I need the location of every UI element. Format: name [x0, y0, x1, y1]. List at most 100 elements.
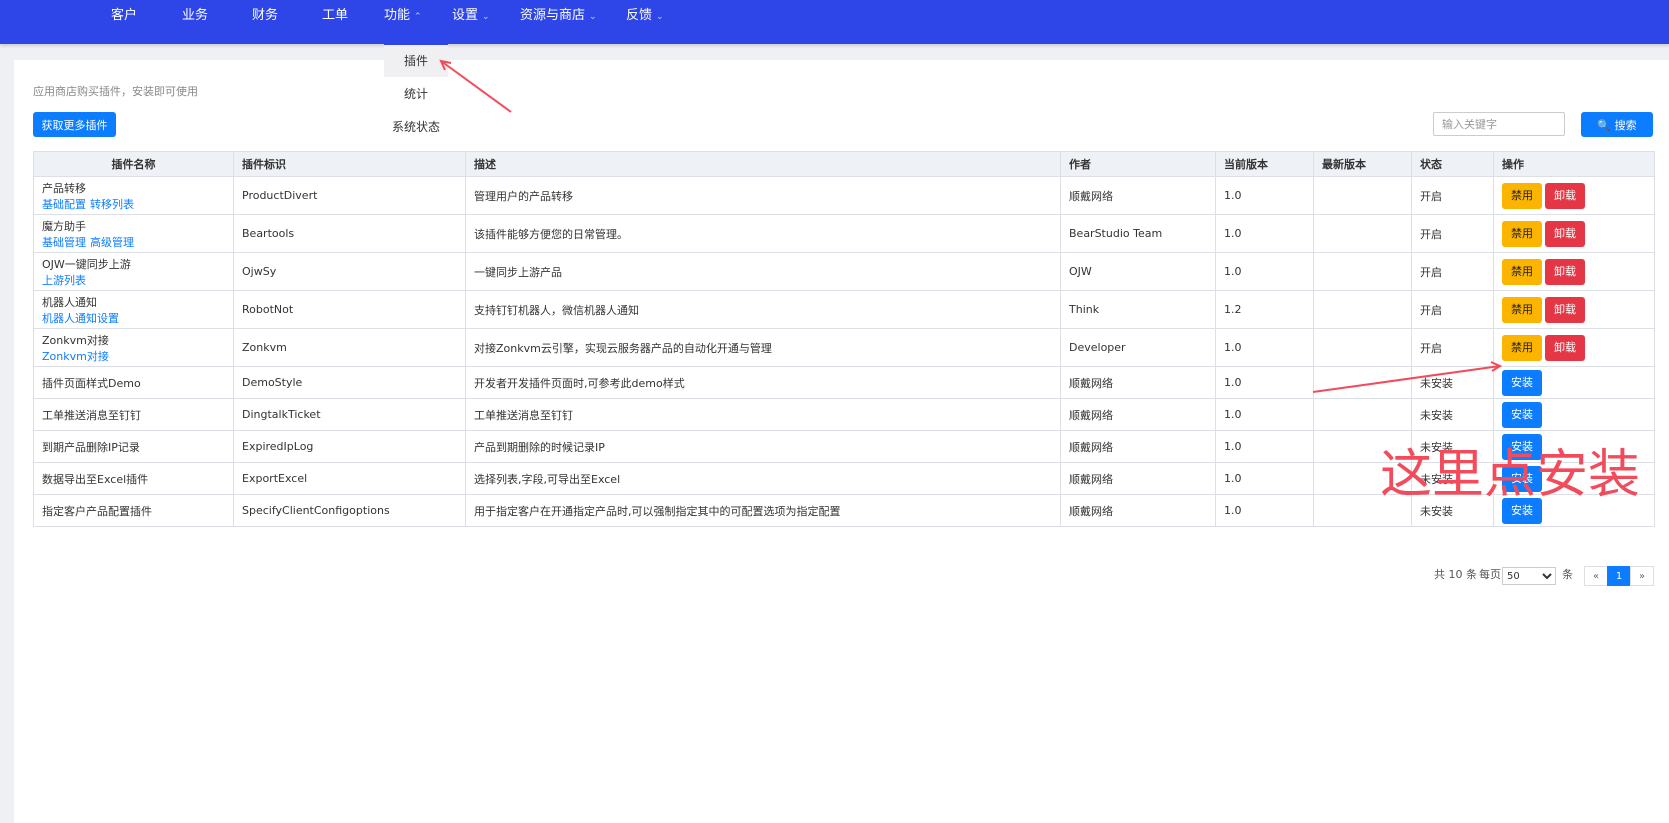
plugin-sub-link[interactable]: 转移列表: [90, 198, 134, 211]
uninstall-button[interactable]: 卸载: [1545, 334, 1585, 361]
uninstall-button[interactable]: 卸载: [1545, 220, 1585, 247]
cell-actions: 安装: [1493, 494, 1655, 527]
table-row: 机器人通知 机器人通知设置 RobotNot 支持钉钉机器人，微信机器人通知 Think…: [33, 290, 1655, 329]
nav-item-resources-store[interactable]: 资源与商店 ⌄: [520, 0, 597, 32]
cell-description: 工单推送消息至钉钉: [465, 398, 1061, 431]
cell-plugin-id: SpecifyClientConfigoptions: [233, 494, 466, 527]
plugin-name: 到期产品删除IP记录: [42, 440, 140, 454]
search-input[interactable]: [1433, 112, 1565, 136]
disable-button[interactable]: 禁用: [1502, 258, 1542, 285]
install-button[interactable]: 安装: [1502, 465, 1542, 492]
cell-description: 用于指定客户在开通指定产品时,可以强制指定其中的可配置选项为指定配置: [465, 494, 1061, 527]
column-header-current-version: 当前版本: [1215, 151, 1314, 177]
column-header-author: 作者: [1060, 151, 1216, 177]
pager-next-button[interactable]: »: [1630, 566, 1654, 586]
cell-author: 顺戴网络: [1060, 398, 1216, 431]
cell-plugin-id: DemoStyle: [233, 366, 466, 399]
table-row: 指定客户产品配置插件 SpecifyClientConfigoptions 用于指定…: [33, 494, 1655, 527]
dropdown-item-plugins[interactable]: 插件: [384, 45, 448, 77]
nav-item-features[interactable]: 功能 ⌃: [384, 0, 422, 32]
cell-plugin-id: ExportExcel: [233, 462, 466, 495]
plugin-sub-link[interactable]: Zonkvm对接: [42, 350, 109, 363]
cell-status: 开启: [1411, 252, 1494, 291]
plugin-sub-links: Zonkvm对接: [42, 348, 225, 364]
nav-item-tickets[interactable]: 工单: [322, 0, 348, 32]
nav-item-business[interactable]: 业务: [182, 0, 208, 32]
plugin-name: 机器人通知: [42, 295, 97, 309]
install-button[interactable]: 安装: [1502, 433, 1542, 460]
cell-status: 开启: [1411, 328, 1494, 367]
cell-plugin-name: 产品转移 基础配置 转移列表: [33, 176, 234, 215]
features-dropdown-menu: 插件 统计 系统状态: [384, 42, 448, 149]
uninstall-button[interactable]: 卸载: [1545, 296, 1585, 323]
plugin-sub-link[interactable]: 高级管理: [90, 236, 134, 249]
dropdown-item-system-status[interactable]: 系统状态: [384, 111, 448, 143]
plugin-name: OJW一键同步上游: [42, 257, 131, 271]
cell-plugin-name: OJW一键同步上游 上游列表: [33, 252, 234, 291]
cell-plugin-id: Beartools: [233, 214, 466, 253]
get-more-plugins-button[interactable]: 获取更多插件: [33, 112, 116, 137]
table-row: 魔方助手 基础管理 高级管理 Beartools 该插件能够方便您的日常管理。 BearS…: [33, 214, 1655, 253]
uninstall-button[interactable]: 卸载: [1545, 258, 1585, 285]
cell-author: 顺戴网络: [1060, 366, 1216, 399]
column-header-actions: 操作: [1493, 151, 1655, 177]
pager-total: 共 10 条: [1434, 568, 1477, 581]
cell-latest-version: [1313, 494, 1412, 527]
search-button[interactable]: 🔍 搜索: [1581, 112, 1653, 137]
per-page-select[interactable]: 50: [1502, 567, 1556, 585]
cell-latest-version: [1313, 252, 1412, 291]
nav-item-feedback[interactable]: 反馈 ⌄: [626, 0, 664, 32]
cell-status: 开启: [1411, 290, 1494, 329]
chevron-down-icon: ⌄: [589, 12, 597, 22]
cell-author: BearStudio Team: [1060, 214, 1216, 253]
plugin-sub-link[interactable]: 上游列表: [42, 274, 86, 287]
table-row: 产品转移 基础配置 转移列表 ProductDivert 管理用户的产品转移 顺戴网络 1.…: [33, 176, 1655, 215]
nav-item-finance[interactable]: 财务: [252, 0, 278, 32]
column-header-description: 描述: [465, 151, 1061, 177]
plugin-name: 数据导出至Excel插件: [42, 472, 149, 486]
cell-plugin-name: 指定客户产品配置插件: [33, 494, 234, 527]
cell-description: 管理用户的产品转移: [465, 176, 1061, 215]
plugin-name: 魔方助手: [42, 219, 86, 233]
pager-page-1[interactable]: 1: [1607, 566, 1631, 586]
cell-latest-version: [1313, 462, 1412, 495]
disable-button[interactable]: 禁用: [1502, 334, 1542, 361]
nav-item-customers[interactable]: 客户: [111, 0, 137, 32]
chevron-down-icon: ⌄: [656, 12, 664, 22]
cell-plugin-id: RobotNot: [233, 290, 466, 329]
cell-plugin-name: 数据导出至Excel插件: [33, 462, 234, 495]
disable-button[interactable]: 禁用: [1502, 296, 1542, 323]
cell-description: 该插件能够方便您的日常管理。: [465, 214, 1061, 253]
page-hint: 应用商店购买插件，安装即可使用: [33, 85, 198, 98]
cell-plugin-id: Zonkvm: [233, 328, 466, 367]
plugin-name: 工单推送消息至钉钉: [42, 408, 141, 422]
disable-button[interactable]: 禁用: [1502, 182, 1542, 209]
plugin-name: 插件页面样式Demo: [42, 376, 141, 390]
pager-prev-button[interactable]: «: [1584, 566, 1608, 586]
chevron-up-icon: ⌃: [414, 12, 422, 22]
dropdown-item-statistics[interactable]: 统计: [384, 78, 448, 110]
plugin-sub-link[interactable]: 基础配置: [42, 198, 86, 211]
nav-item-settings[interactable]: 设置 ⌄: [452, 0, 490, 32]
uninstall-button[interactable]: 卸载: [1545, 182, 1585, 209]
plugin-sub-links: 基础管理 高级管理: [42, 234, 225, 250]
disable-button[interactable]: 禁用: [1502, 220, 1542, 247]
cell-actions: 安装: [1493, 398, 1655, 431]
cell-status: 开启: [1411, 176, 1494, 215]
plugin-name: Zonkvm对接: [42, 333, 109, 347]
cell-current-version: 1.0: [1215, 252, 1314, 291]
cell-description: 开发者开发插件页面时,可参考此demo样式: [465, 366, 1061, 399]
install-button[interactable]: 安装: [1502, 401, 1542, 428]
cell-current-version: 1.0: [1215, 176, 1314, 215]
plugin-sub-link[interactable]: 基础管理: [42, 236, 86, 249]
plugin-sub-links: 基础配置 转移列表: [42, 196, 225, 212]
cell-current-version: 1.0: [1215, 328, 1314, 367]
cell-description: 支持钉钉机器人，微信机器人通知: [465, 290, 1061, 329]
cell-plugin-id: OjwSy: [233, 252, 466, 291]
chevron-down-icon: ⌄: [482, 12, 490, 22]
install-button[interactable]: 安装: [1502, 497, 1542, 524]
plugin-sub-link[interactable]: 机器人通知设置: [42, 312, 119, 325]
cell-current-version: 1.0: [1215, 398, 1314, 431]
cell-current-version: 1.2: [1215, 290, 1314, 329]
install-button[interactable]: 安装: [1502, 369, 1542, 396]
